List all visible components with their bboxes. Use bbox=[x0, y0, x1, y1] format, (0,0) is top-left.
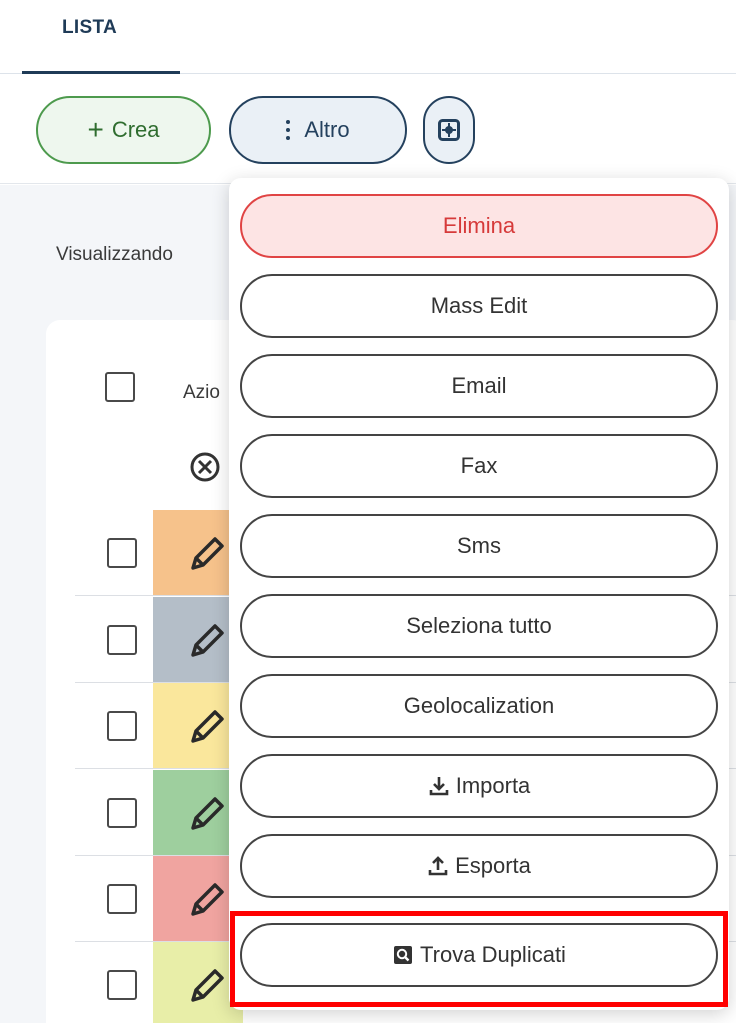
row-checkbox[interactable] bbox=[107, 538, 137, 568]
tab-bar: LISTA bbox=[0, 0, 736, 75]
menu-item-label: Mass Edit bbox=[430, 293, 528, 318]
toolbar: + Crea Altro bbox=[0, 74, 736, 184]
column-settings-button[interactable] bbox=[423, 96, 475, 164]
row-checkbox[interactable] bbox=[107, 884, 137, 914]
clear-filter-icon[interactable] bbox=[188, 450, 222, 484]
menu-item-email[interactable]: Email bbox=[240, 354, 718, 418]
menu-item-select-all[interactable]: Seleziona tutto bbox=[240, 594, 718, 658]
download-icon bbox=[429, 777, 449, 796]
edit-pencil-icon[interactable] bbox=[187, 530, 227, 574]
upload-icon bbox=[428, 856, 448, 876]
menu-item-fax[interactable]: Fax bbox=[240, 434, 718, 498]
edit-pencil-icon[interactable] bbox=[187, 962, 227, 1006]
row-checkbox[interactable] bbox=[107, 625, 137, 655]
menu-item-importa[interactable]: Importa bbox=[240, 754, 718, 818]
plus-icon: + bbox=[87, 114, 104, 145]
row-checkbox[interactable] bbox=[107, 798, 137, 828]
tab-lista[interactable]: LISTA bbox=[22, 0, 180, 75]
menu-item-esporta[interactable]: Esporta bbox=[240, 834, 718, 898]
vertical-dots-icon bbox=[286, 120, 291, 140]
menu-item-label: Esporta bbox=[455, 853, 531, 878]
row-checkbox[interactable] bbox=[107, 711, 137, 741]
more-button-label: Altro bbox=[304, 117, 350, 142]
menu-item-label: Elimina bbox=[442, 213, 516, 238]
menu-item-label: Fax bbox=[460, 453, 498, 478]
records-count-text: Visualizzando bbox=[56, 244, 173, 265]
menu-item-label: Trova Duplicati bbox=[420, 942, 566, 967]
menu-item-elimina[interactable]: Elimina bbox=[240, 194, 718, 258]
more-button[interactable]: Altro bbox=[229, 96, 407, 164]
settings-icon bbox=[438, 119, 460, 141]
edit-pencil-icon[interactable] bbox=[187, 876, 227, 920]
create-button[interactable]: + Crea bbox=[36, 96, 211, 164]
menu-item-label: Geolocalization bbox=[403, 693, 555, 718]
create-button-label: Crea bbox=[111, 117, 160, 142]
edit-pencil-icon[interactable] bbox=[187, 617, 227, 661]
menu-item-sms[interactable]: Sms bbox=[240, 514, 718, 578]
more-actions-dropdown: Elimina Mass Edit Email Fax Sms Selezion… bbox=[229, 178, 729, 1010]
menu-item-trova-duplicati[interactable]: Trova Duplicati bbox=[240, 923, 718, 987]
actions-column-header: Azio bbox=[183, 382, 220, 403]
menu-item-label: Seleziona tutto bbox=[406, 613, 552, 638]
search-duplicates-icon bbox=[394, 946, 413, 964]
menu-item-label: Sms bbox=[457, 533, 501, 558]
tab-lista-label: LISTA bbox=[62, 17, 117, 38]
edit-pencil-icon[interactable] bbox=[187, 703, 227, 747]
select-all-checkbox[interactable] bbox=[105, 372, 135, 402]
row-checkbox[interactable] bbox=[107, 970, 137, 1000]
edit-pencil-icon[interactable] bbox=[187, 790, 227, 834]
menu-item-label: Email bbox=[451, 373, 507, 398]
menu-item-mass-edit[interactable]: Mass Edit bbox=[240, 274, 718, 338]
menu-item-label: Importa bbox=[455, 773, 531, 798]
menu-item-geolocalization[interactable]: Geolocalization bbox=[240, 674, 718, 738]
